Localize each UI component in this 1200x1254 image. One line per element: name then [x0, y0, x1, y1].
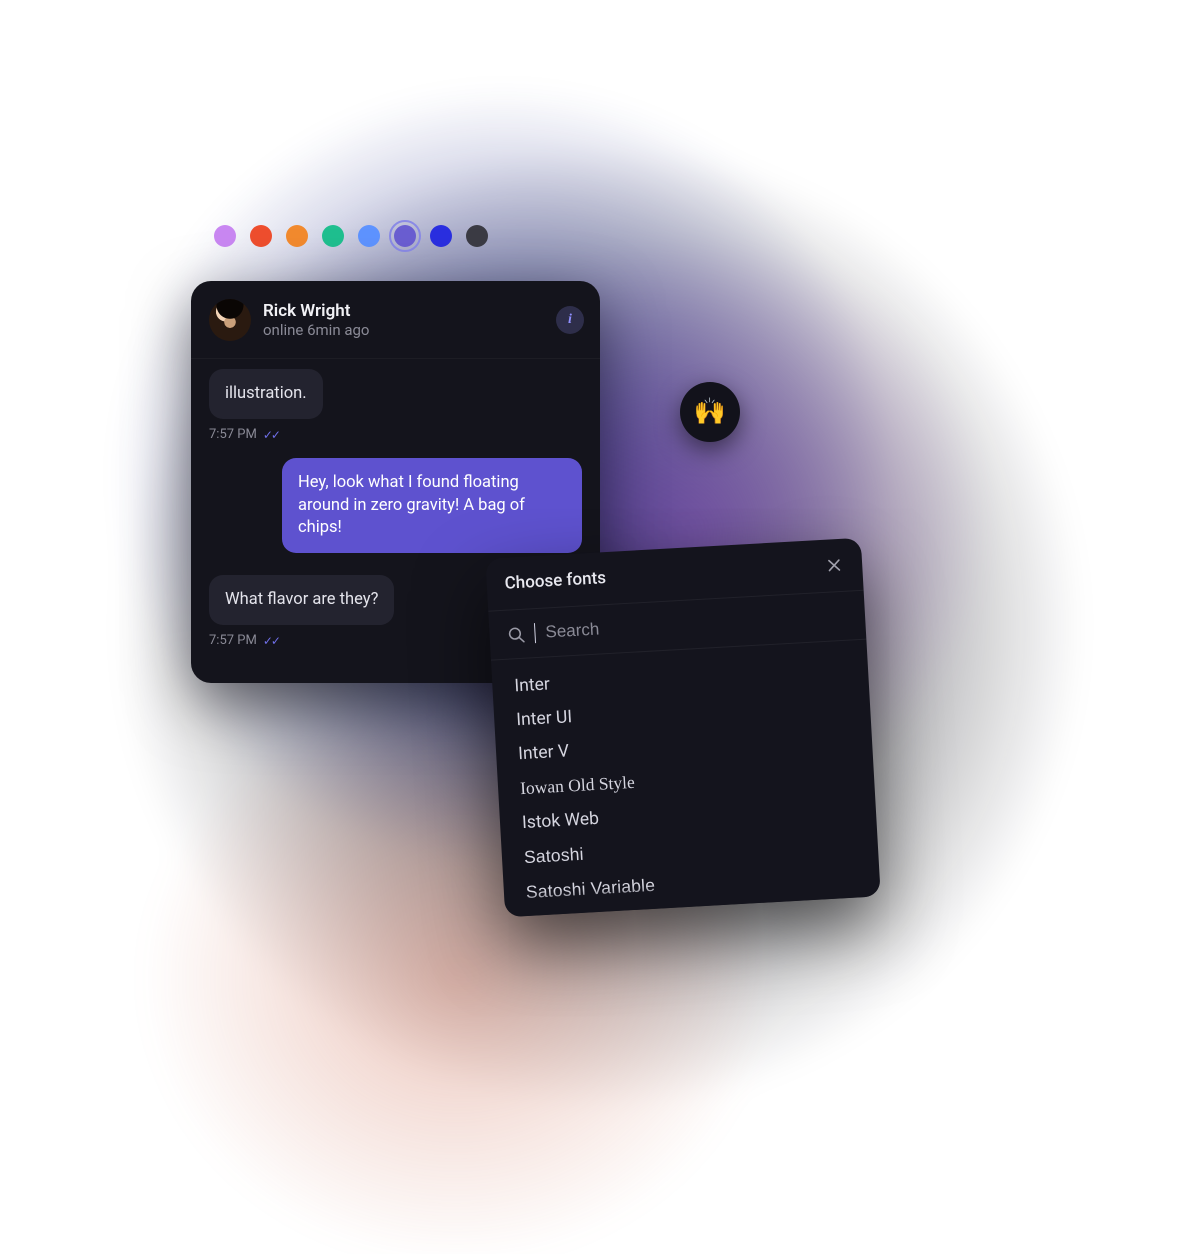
chat-header: Rick Wright online 6min ago i [191, 281, 600, 359]
read-ticks-icon: ✓✓ [263, 634, 279, 648]
info-icon: i [568, 312, 572, 328]
font-picker-panel: Choose fonts InterInter UIInter VIowan O… [485, 538, 880, 917]
message-timestamp: 7:57 PM ✓✓ [209, 427, 582, 442]
color-swatch[interactable] [250, 225, 272, 247]
text-cursor [534, 623, 536, 643]
contact-status: online 6min ago [263, 321, 369, 339]
close-icon [826, 557, 843, 574]
raised-hands-icon: 🙌 [694, 397, 726, 427]
time-label: 7:57 PM [209, 427, 257, 442]
contact-name: Rick Wright [263, 301, 369, 321]
font-search-input[interactable] [545, 606, 848, 643]
read-ticks-icon: ✓✓ [263, 428, 279, 442]
color-swatch-row [214, 225, 488, 247]
color-swatch[interactable] [322, 225, 344, 247]
font-picker-title: Choose fonts [504, 568, 606, 594]
color-swatch[interactable] [430, 225, 452, 247]
color-swatch[interactable] [214, 225, 236, 247]
message-bubble-incoming[interactable]: What flavor are they? [209, 575, 394, 625]
reaction-chip[interactable]: 🙌 [680, 382, 740, 442]
color-swatch[interactable] [286, 225, 308, 247]
close-button[interactable] [824, 555, 845, 576]
info-button[interactable]: i [556, 306, 584, 334]
color-swatch[interactable] [358, 225, 380, 247]
time-label: 7:57 PM [209, 633, 257, 648]
color-swatch[interactable] [394, 225, 416, 247]
color-swatch[interactable] [466, 225, 488, 247]
search-icon [507, 625, 525, 643]
message-bubble-incoming[interactable]: illustration. [209, 369, 323, 419]
message-bubble-outgoing[interactable]: Hey, look what I found floating around i… [282, 458, 582, 553]
chat-header-text: Rick Wright online 6min ago [263, 301, 369, 339]
avatar[interactable] [209, 299, 251, 341]
font-list: InterInter UIInter VIowan Old StyleIstok… [491, 640, 880, 912]
